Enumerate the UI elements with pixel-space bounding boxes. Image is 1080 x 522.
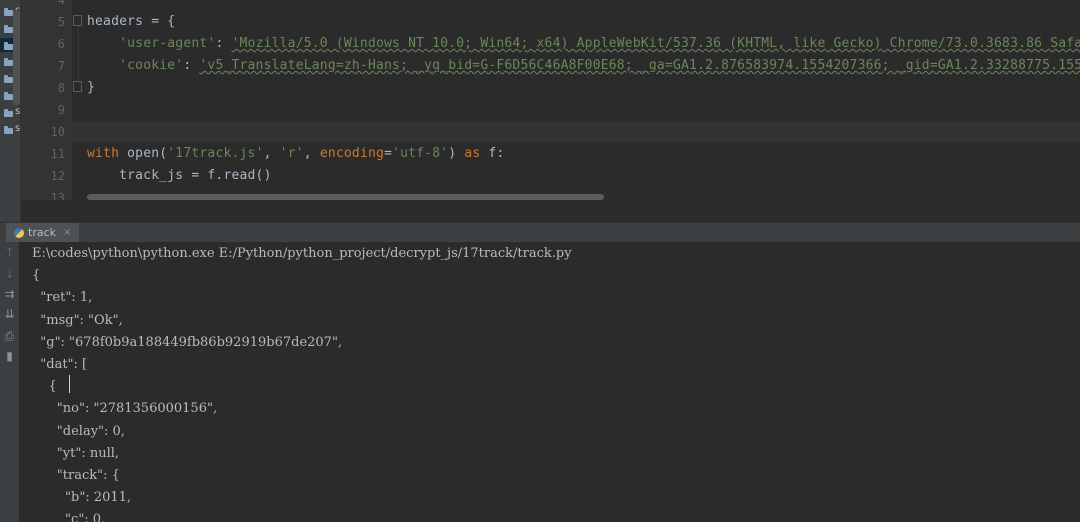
project-item-label: s xyxy=(15,105,21,117)
code-token: , xyxy=(263,146,280,161)
fold-marker-icon[interactable] xyxy=(73,81,82,92)
line-number: 7 xyxy=(57,59,65,73)
code-token: : xyxy=(183,58,200,73)
console-output-line: "delay": 0, xyxy=(32,423,125,439)
code-token: 'cookie' xyxy=(119,58,184,73)
code-token: 'user-agent' xyxy=(119,36,216,51)
folder-icon xyxy=(4,58,13,67)
code-token: } xyxy=(87,80,96,95)
project-item-label: s xyxy=(15,122,21,134)
fold-guide xyxy=(78,20,79,90)
line-number: 4 xyxy=(57,0,65,7)
console-output[interactable]: E:\codes\python\python.exe E:/Python/pyt… xyxy=(20,242,1080,522)
console-output-line: "track": { xyxy=(32,468,120,483)
folder-icon xyxy=(4,125,13,134)
arrow-up-icon[interactable]: ↑ xyxy=(1,244,18,261)
code-token: f: xyxy=(488,146,505,161)
folder-icon xyxy=(4,24,13,33)
run-tab-bar: track × xyxy=(0,222,1080,242)
code-token: headers = { xyxy=(87,14,176,29)
code-editor[interactable]: 4 5 6 7 8 9 10 11 12 13 headers = { 'user-agent':… xyxy=(21,0,1080,200)
console-output-line: { xyxy=(32,268,41,284)
line-number: 5 xyxy=(57,15,65,29)
console-output-line: "no": "2781356000156", xyxy=(32,401,218,417)
line-number: 11 xyxy=(50,147,65,161)
console-output-line: { xyxy=(32,379,57,395)
line-number-gutter: 4 5 6 7 8 9 10 11 12 13 xyxy=(21,0,72,200)
code-token: = xyxy=(384,146,393,161)
trash-icon[interactable]: ▮ xyxy=(1,348,18,365)
soft-wrap-icon[interactable]: ⇉ xyxy=(1,286,18,303)
code-token: 'Mozilla/5.0 (Windows NT 10.0; Win64; x6… xyxy=(231,36,1080,51)
print-icon[interactable]: ⎙ xyxy=(1,328,18,345)
console-output-line: "msg": "Ok", xyxy=(32,312,123,328)
code-line[interactable]: } xyxy=(87,77,95,99)
code-line[interactable]: 'cookie': 'v5_TranslateLang=zh-Hans; _yq… xyxy=(87,55,1080,77)
close-icon[interactable]: × xyxy=(63,223,71,242)
code-token: 'r' xyxy=(279,146,304,161)
code-token: with xyxy=(87,146,128,161)
code-line[interactable]: 'user-agent': 'Mozilla/5.0 (Windows NT 1… xyxy=(87,33,1080,55)
console-output-line: "dat": [ xyxy=(32,357,88,372)
line-number: 9 xyxy=(57,103,65,117)
run-tab[interactable]: track × xyxy=(6,223,80,242)
line-number: 13 xyxy=(50,191,65,200)
code-line[interactable]: with open('17track.js', 'r', encoding='u… xyxy=(87,143,504,165)
code-line[interactable]: headers = { xyxy=(87,11,175,33)
console-output-line: "yt": null, xyxy=(32,445,120,461)
code-token: as xyxy=(464,146,489,161)
console-output-line: "g": "678f0b9a188449fb86b92919b67de207", xyxy=(32,334,343,350)
project-tree-item[interactable]: s xyxy=(0,105,21,120)
arrow-down-icon[interactable]: ↓ xyxy=(1,266,18,283)
run-tab-label: track xyxy=(28,226,56,239)
line-number: 6 xyxy=(57,37,65,51)
folder-icon xyxy=(4,8,13,16)
folder-icon xyxy=(4,41,13,50)
line-number: 10 xyxy=(50,125,65,139)
project-panel[interactable]: ccsissss xyxy=(0,0,21,222)
current-line-highlight xyxy=(72,121,1080,143)
console-output-line: "b": 2011, xyxy=(32,490,132,506)
console-output-line: "ret": 1, xyxy=(32,290,93,306)
python-icon xyxy=(14,227,24,238)
code-token: '17track.js' xyxy=(167,146,264,161)
run-command-line: E:\codes\python\python.exe E:/Python/pyt… xyxy=(32,246,572,261)
project-scrollbar[interactable] xyxy=(13,10,20,105)
code-line[interactable]: track_js = f.read() xyxy=(87,165,272,187)
folder-icon xyxy=(4,75,13,84)
console-output-line: "c": 0, xyxy=(32,512,106,522)
folder-icon xyxy=(4,92,13,100)
fold-marker-icon[interactable] xyxy=(73,15,82,26)
code-token: : xyxy=(215,36,232,51)
code-token: encoding xyxy=(319,146,385,161)
code-token: 'v5_TranslateLang=zh-Hans; _yq_bid=G-F6D… xyxy=(199,58,1080,73)
project-tree-item[interactable]: s xyxy=(0,122,21,137)
line-number: 12 xyxy=(50,169,65,183)
run-toolbar: ↑ ↓ ⇉ ⇊ ⎙ ▮ xyxy=(0,242,19,522)
code-token: 'utf-8' xyxy=(392,146,449,161)
code-token: track_js = f.read() xyxy=(87,168,272,183)
folder-icon xyxy=(4,108,13,117)
code-token: ) xyxy=(448,146,465,161)
code-token: , xyxy=(303,146,320,161)
editor-horizontal-scrollbar[interactable] xyxy=(87,194,604,200)
code-token: open( xyxy=(127,146,168,161)
text-caret xyxy=(69,375,70,393)
line-number: 8 xyxy=(57,81,65,95)
scroll-to-end-icon[interactable]: ⇊ xyxy=(1,306,18,323)
